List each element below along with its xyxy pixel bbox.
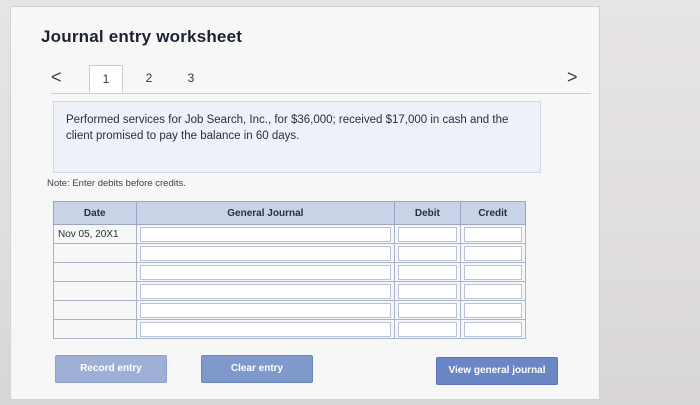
- transaction-description-box: Performed services for Job Search, Inc.,…: [53, 101, 541, 173]
- credit-column-header: Credit: [459, 201, 527, 225]
- credit-input[interactable]: [463, 226, 522, 242]
- date-cell[interactable]: [53, 319, 137, 339]
- table-row: [53, 319, 527, 339]
- date-cell[interactable]: Nov 05, 20X1: [53, 224, 137, 244]
- record-entry-button[interactable]: Record entry: [55, 355, 167, 383]
- credit-cell[interactable]: [459, 243, 527, 263]
- general-journal-column-header: General Journal: [135, 201, 396, 225]
- debit-cell[interactable]: [394, 243, 461, 263]
- debit-cell[interactable]: [394, 300, 461, 320]
- date-cell[interactable]: [53, 281, 137, 301]
- account-cell[interactable]: [135, 262, 396, 282]
- journal-entry-table: Date General Journal Debit Credit Nov 05…: [53, 201, 527, 339]
- date-cell[interactable]: [53, 300, 137, 320]
- date-cell[interactable]: [53, 262, 137, 282]
- account-cell[interactable]: [135, 243, 396, 263]
- debit-column-header: Debit: [394, 201, 461, 225]
- account-input[interactable]: [139, 302, 392, 318]
- credit-cell[interactable]: [459, 224, 527, 244]
- account-cell[interactable]: [135, 281, 396, 301]
- view-general-journal-button[interactable]: View general journal: [436, 357, 558, 385]
- table-row: [53, 281, 527, 301]
- worksheet-title: Journal entry worksheet: [41, 27, 243, 46]
- debit-input[interactable]: [398, 283, 457, 299]
- worksheet-panel: Journal entry worksheet < 1 2 3 > Perfor…: [10, 6, 600, 400]
- credit-cell[interactable]: [459, 262, 527, 282]
- account-cell[interactable]: [135, 319, 396, 339]
- account-input[interactable]: [139, 283, 392, 299]
- credit-cell[interactable]: [459, 300, 527, 320]
- credit-input[interactable]: [463, 283, 522, 299]
- chevron-left-icon[interactable]: <: [51, 67, 62, 88]
- table-row: [53, 262, 527, 282]
- debit-input[interactable]: [398, 245, 457, 261]
- tab-entry-2[interactable]: 2: [133, 65, 165, 91]
- account-cell[interactable]: [135, 300, 396, 320]
- table-row: Nov 05, 20X1: [53, 224, 527, 244]
- debit-input[interactable]: [398, 226, 457, 242]
- debit-cell[interactable]: [394, 224, 461, 244]
- table-row: [53, 243, 527, 263]
- tab-entry-1[interactable]: 1: [89, 65, 123, 93]
- account-input[interactable]: [139, 245, 392, 261]
- credit-input[interactable]: [463, 321, 522, 337]
- debit-input[interactable]: [398, 321, 457, 337]
- date-cell[interactable]: [53, 243, 137, 263]
- chevron-right-icon[interactable]: >: [567, 67, 578, 88]
- debit-input[interactable]: [398, 264, 457, 280]
- credit-cell[interactable]: [459, 281, 527, 301]
- entry-tabs-bar: < 1 2 3 >: [51, 65, 591, 94]
- table-header-row: Date General Journal Debit Credit: [53, 201, 527, 225]
- debit-cell[interactable]: [394, 319, 461, 339]
- table-row: [53, 300, 527, 320]
- debit-cell[interactable]: [394, 281, 461, 301]
- clear-entry-button[interactable]: Clear entry: [201, 355, 313, 383]
- credit-cell[interactable]: [459, 319, 527, 339]
- tab-entry-3[interactable]: 3: [175, 65, 207, 91]
- date-column-header: Date: [53, 201, 137, 225]
- credit-input[interactable]: [463, 245, 522, 261]
- credit-input[interactable]: [463, 264, 522, 280]
- transaction-description: Performed services for Job Search, Inc.,…: [66, 114, 509, 142]
- account-cell[interactable]: [135, 224, 396, 244]
- entry-note: Note: Enter debits before credits.: [47, 178, 186, 189]
- debit-input[interactable]: [398, 302, 457, 318]
- credit-input[interactable]: [463, 302, 522, 318]
- account-input[interactable]: [139, 321, 392, 337]
- account-input[interactable]: [139, 264, 392, 280]
- debit-cell[interactable]: [394, 262, 461, 282]
- account-input[interactable]: [139, 226, 392, 242]
